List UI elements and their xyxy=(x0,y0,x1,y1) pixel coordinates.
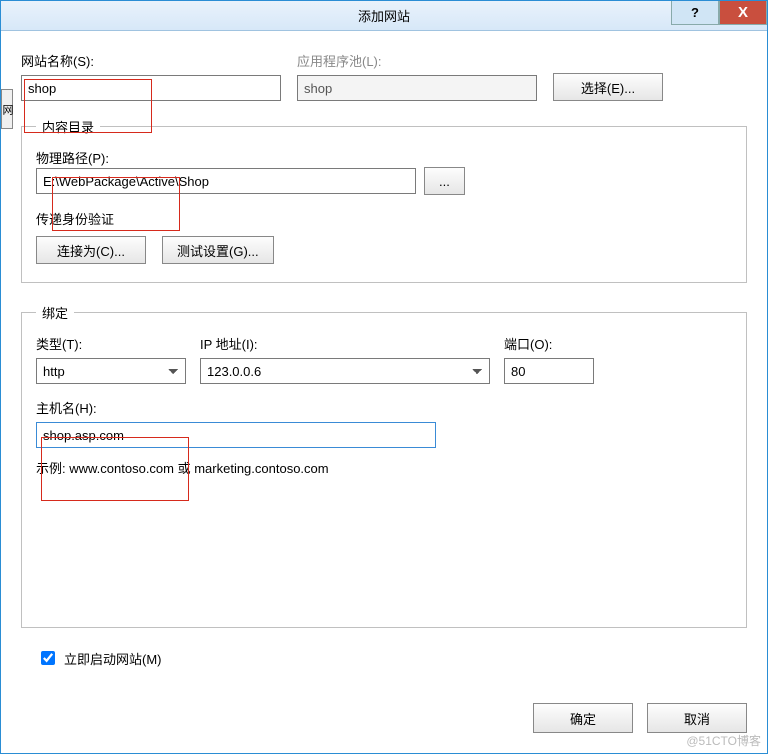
binding-row: 类型(T): http IP 地址(I): 123.0.0.6 端口(O): xyxy=(36,334,732,384)
start-checkbox[interactable] xyxy=(41,651,55,665)
host-example: 示例: www.contoso.com 或 marketing.contoso.… xyxy=(36,458,732,477)
window-title: 添加网站 xyxy=(358,6,410,25)
dialog-content: 网 网站名称(S): 应用程序池(L): 选择(E)... 内容目录 物理路径(… xyxy=(1,31,767,753)
port-label: 端口(O): xyxy=(504,334,594,353)
site-name-input[interactable] xyxy=(21,75,281,101)
start-checkbox-label: 立即启动网站(M) xyxy=(64,649,162,668)
type-col: 类型(T): http xyxy=(36,334,186,384)
physical-path-row: ... xyxy=(36,167,732,195)
type-label: 类型(T): xyxy=(36,334,186,353)
select-pool-button[interactable]: 选择(E)... xyxy=(553,73,663,101)
start-checkbox-row: 立即启动网站(M) xyxy=(37,648,162,668)
binding-legend: 绑定 xyxy=(36,303,74,322)
host-label: 主机名(H): xyxy=(36,398,732,417)
titlebar: 添加网站 ? X xyxy=(1,1,767,31)
ip-col: IP 地址(I): 123.0.0.6 xyxy=(200,334,490,384)
app-pool-input xyxy=(297,75,537,101)
dialog-window: 添加网站 ? X 网 网站名称(S): 应用程序池(L): 选择(E)... 内… xyxy=(0,0,768,754)
physical-path-label: 物理路径(P): xyxy=(36,151,109,166)
ip-label: IP 地址(I): xyxy=(200,334,490,353)
ok-button[interactable]: 确定 xyxy=(533,703,633,733)
site-name-label: 网站名称(S): xyxy=(21,51,281,70)
binding-fieldset: 绑定 类型(T): http IP 地址(I): 123.0.0.6 端口(O)… xyxy=(21,303,747,628)
ip-select[interactable]: 123.0.0.6 xyxy=(200,358,490,384)
auth-label: 传递身份验证 xyxy=(36,209,732,228)
browse-button[interactable]: ... xyxy=(424,167,465,195)
left-edge-tab: 网 xyxy=(1,89,13,129)
help-button[interactable]: ? xyxy=(671,1,719,25)
footer-buttons: 确定 取消 xyxy=(533,703,747,733)
close-button[interactable]: X xyxy=(719,1,767,25)
app-pool-col: 应用程序池(L): xyxy=(297,51,537,101)
host-row: 主机名(H): xyxy=(36,398,732,448)
test-settings-button[interactable]: 测试设置(G)... xyxy=(162,236,274,264)
content-dir-legend: 内容目录 xyxy=(36,117,100,136)
title-buttons: ? X xyxy=(671,1,767,29)
connect-as-button[interactable]: 连接为(C)... xyxy=(36,236,146,264)
site-name-col: 网站名称(S): xyxy=(21,51,281,101)
cancel-button[interactable]: 取消 xyxy=(647,703,747,733)
select-pool-col: 选择(E)... xyxy=(553,51,663,101)
auth-button-row: 连接为(C)... 测试设置(G)... xyxy=(36,236,732,264)
content-dir-fieldset: 内容目录 物理路径(P): ... 传递身份验证 连接为(C)... 测试设置(… xyxy=(21,117,747,283)
app-pool-label: 应用程序池(L): xyxy=(297,51,537,70)
port-input[interactable] xyxy=(504,358,594,384)
type-select[interactable]: http xyxy=(36,358,186,384)
name-pool-row: 网站名称(S): 应用程序池(L): 选择(E)... xyxy=(21,51,747,101)
host-input[interactable] xyxy=(36,422,436,448)
physical-path-input[interactable] xyxy=(36,168,416,194)
port-col: 端口(O): xyxy=(504,334,594,384)
